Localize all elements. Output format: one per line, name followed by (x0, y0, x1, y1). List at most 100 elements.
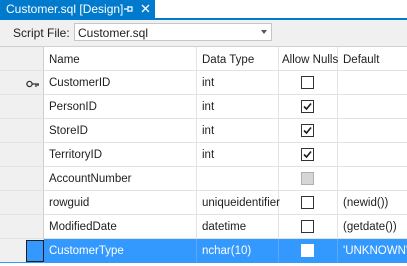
pin-icon[interactable] (121, 0, 135, 18)
row-selector[interactable] (0, 215, 44, 239)
default-value-cell[interactable] (338, 71, 407, 95)
data-type-cell-text: uniqueidentifier (202, 197, 281, 209)
column-header-default: Default (338, 47, 407, 71)
default-value-cell[interactable]: (newid()) (338, 191, 407, 215)
column-name-cell-text: CustomerID (49, 77, 111, 89)
document-tab-strip: Customer.sql [Design] (0, 0, 407, 20)
table-row[interactable]: ModifiedDate datetime (getdate()) (0, 215, 407, 239)
column-name-cell-text: ModifiedDate (49, 221, 117, 233)
column-header-allow-nulls-label: Allow Nulls (282, 54, 339, 66)
column-name-cell-text: TerritoryID (49, 149, 103, 161)
column-name-cell[interactable]: AccountNumber (44, 167, 197, 191)
allow-nulls-cell (279, 71, 338, 95)
row-selector[interactable] (0, 95, 44, 119)
data-type-cell[interactable]: int (197, 119, 279, 143)
document-tab[interactable]: Customer.sql [Design] (0, 0, 155, 18)
column-name-cell[interactable]: PersonID (44, 95, 197, 119)
data-type-cell[interactable] (197, 167, 279, 191)
data-type-cell-text: int (202, 149, 215, 161)
column-name-cell[interactable]: CustomerID (44, 71, 197, 95)
table-row[interactable]: AccountNumber (0, 167, 407, 191)
default-value-cell[interactable]: (getdate()) (338, 215, 407, 239)
table-row[interactable]: TerritoryID int (0, 143, 407, 167)
allow-nulls-cell (279, 143, 338, 167)
allow-nulls-cell (279, 95, 338, 119)
table-row[interactable]: StoreID int (0, 119, 407, 143)
column-header-allow-nulls: Allow Nulls (279, 47, 338, 71)
script-file-value: Customer.sql (78, 26, 149, 40)
table-row[interactable]: PersonID int (0, 95, 407, 119)
script-file-bar: Script File: Customer.sql (0, 20, 407, 45)
tab-title: Customer.sql [Design] (6, 2, 124, 16)
key-icon (26, 79, 40, 88)
default-value-cell[interactable]: 'UNKNOWN' (338, 239, 407, 263)
default-value-cell-text: (getdate()) (343, 221, 397, 233)
default-value-cell[interactable] (338, 119, 407, 143)
allow-nulls-checkbox[interactable] (301, 76, 314, 89)
allow-nulls-checkbox[interactable] (301, 148, 314, 161)
script-file-dropdown[interactable]: Customer.sql (74, 23, 272, 41)
column-header-name-label: Name (49, 54, 80, 66)
checkmark-icon (303, 126, 312, 135)
row-selector[interactable] (0, 119, 44, 143)
row-selector[interactable] (0, 191, 44, 215)
data-type-cell[interactable]: int (197, 143, 279, 167)
table-row[interactable]: CustomerType nchar(10) 'UNKNOWN' (0, 239, 407, 263)
data-type-cell[interactable]: int (197, 71, 279, 95)
data-type-cell-text: nchar(10) (202, 245, 252, 257)
allow-nulls-cell (279, 119, 338, 143)
allow-nulls-cell (279, 239, 338, 263)
data-type-cell[interactable]: uniqueidentifier (197, 191, 281, 215)
data-type-cell-text: int (202, 77, 215, 89)
row-selector[interactable] (0, 167, 44, 191)
column-header-name: Name (44, 47, 197, 71)
default-value-cell[interactable] (338, 95, 407, 119)
column-name-cell-text: PersonID (49, 101, 97, 113)
column-name-cell[interactable]: TerritoryID (44, 143, 197, 167)
selected-row-marker (26, 240, 44, 262)
allow-nulls-checkbox[interactable] (301, 244, 314, 257)
column-header-data-type: Data Type (197, 47, 279, 71)
table-row[interactable]: CustomerID int (0, 71, 407, 95)
table-row[interactable]: rowguid uniqueidentifier (newid()) (0, 191, 407, 215)
allow-nulls-checkbox[interactable] (301, 100, 314, 113)
row-header-corner (0, 47, 44, 71)
allow-nulls-cell (279, 167, 338, 191)
allow-nulls-checkbox[interactable] (301, 220, 314, 233)
allow-nulls-cell (279, 191, 338, 215)
data-type-cell[interactable]: datetime (197, 215, 279, 239)
default-value-cell-text: 'UNKNOWN' (343, 245, 407, 257)
column-name-cell[interactable]: rowguid (44, 191, 197, 215)
data-type-cell[interactable]: nchar(10) (197, 239, 279, 263)
checkmark-icon (303, 150, 312, 159)
column-name-cell[interactable]: ModifiedDate (44, 215, 197, 239)
row-selector[interactable] (0, 71, 44, 95)
data-type-cell-text: datetime (202, 221, 247, 233)
column-name-cell-text: rowguid (49, 197, 90, 209)
checkmark-icon (303, 102, 312, 111)
row-selector[interactable] (0, 143, 44, 167)
column-name-cell[interactable]: CustomerType (44, 239, 197, 263)
default-value-cell[interactable] (338, 167, 407, 191)
close-icon[interactable] (138, 1, 153, 17)
allow-nulls-checkbox (301, 172, 314, 185)
script-file-label: Script File: (13, 26, 70, 40)
default-value-cell[interactable] (338, 143, 407, 167)
column-name-cell-text: CustomerType (49, 245, 124, 257)
data-type-cell-text: int (202, 101, 215, 113)
column-name-cell-text: AccountNumber (49, 173, 132, 185)
column-name-cell[interactable]: StoreID (44, 119, 197, 143)
column-header-data-type-label: Data Type (202, 54, 255, 66)
allow-nulls-cell (279, 215, 338, 239)
data-type-cell[interactable]: int (197, 95, 279, 119)
allow-nulls-checkbox[interactable] (301, 124, 314, 137)
table-design-grid: Name Data Type Allow Nulls Default Custo… (0, 46, 407, 266)
allow-nulls-checkbox[interactable] (301, 196, 314, 209)
column-header-default-label: Default (343, 54, 380, 66)
grid-header-row: Name Data Type Allow Nulls Default (0, 47, 407, 71)
data-type-cell-text: int (202, 125, 215, 137)
column-name-cell-text: StoreID (49, 125, 88, 137)
chevron-down-icon[interactable] (261, 30, 267, 34)
row-selector[interactable] (0, 239, 44, 263)
default-value-cell-text: (newid()) (343, 197, 389, 209)
